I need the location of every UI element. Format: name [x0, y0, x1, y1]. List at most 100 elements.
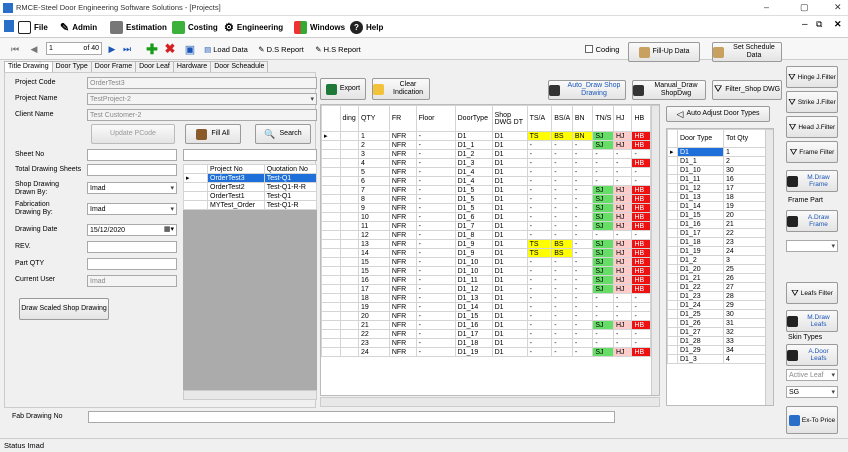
column-header[interactable]: Floor	[415, 105, 456, 132]
ex-to-price-button[interactable]: Ex-To Price	[786, 406, 838, 434]
table-cell[interactable]: -	[551, 338, 573, 348]
column-header[interactable]: ding	[339, 105, 359, 132]
row-selector[interactable]	[667, 228, 678, 238]
active-leaf-select[interactable]: Active Leaf	[786, 369, 838, 381]
project-search-field[interactable]	[183, 149, 317, 161]
table-cell[interactable]: D1_24	[677, 300, 724, 310]
table-cell[interactable]: HJ	[612, 221, 633, 231]
table-cell[interactable]: -	[612, 302, 633, 312]
row-selector[interactable]	[667, 192, 678, 202]
table-row[interactable]: 15 NFR - D1_10 D1- - - SJ HJ HB	[321, 266, 651, 276]
door-types-vscrollbar[interactable]	[765, 129, 773, 405]
table-cell[interactable]: HJ	[612, 248, 633, 258]
table-cell[interactable]: -	[415, 203, 456, 213]
table-cell[interactable]: -	[526, 221, 553, 231]
table-cell[interactable]: D1_5	[454, 194, 493, 204]
table-cell[interactable]: 15	[358, 266, 390, 276]
table-cell[interactable]: MYTest_Order	[207, 200, 265, 210]
record-page[interactable]: 1	[49, 44, 53, 53]
table-cell[interactable]	[339, 221, 359, 231]
table-cell[interactable]: D1_11	[677, 174, 724, 184]
fill-all-button[interactable]: Fill All	[185, 124, 241, 144]
row-selector[interactable]	[321, 257, 341, 267]
row-selector[interactable]	[321, 248, 341, 258]
table-cell[interactable]	[339, 248, 359, 258]
table-row[interactable]: 14 NFR - D1_9 D1 TS BS - SJ HJ HB	[321, 248, 651, 258]
row-selector[interactable]	[667, 201, 678, 211]
table-row[interactable]: 2 NFR - D1_1 D1- - - SJ HJ HB	[321, 140, 651, 150]
table-cell[interactable]: 18	[358, 293, 390, 303]
table-cell[interactable]: D1	[491, 239, 528, 249]
total-sheets-field[interactable]	[87, 164, 177, 176]
table-cell[interactable]: D1	[491, 176, 528, 186]
row-selector[interactable]	[321, 320, 341, 330]
table-cell[interactable]: D1_22	[677, 282, 724, 292]
table-cell[interactable]: -	[551, 140, 573, 150]
table-cell[interactable]: HB	[631, 131, 651, 141]
client-name-field[interactable]: Test Customer-2	[87, 109, 317, 121]
table-row[interactable]: 18 NFR - D1_13 D1- - - - - -	[321, 293, 651, 303]
table-cell[interactable]: -	[415, 329, 456, 339]
table-cell[interactable]	[339, 212, 359, 222]
table-cell[interactable]: NFR	[388, 230, 417, 240]
table-cell[interactable]	[339, 311, 359, 321]
table-cell[interactable]	[339, 131, 359, 141]
auto-adjust-button[interactable]: ◁ Auto Adjust Door Types	[666, 106, 770, 122]
column-header[interactable]: TS/A	[526, 105, 553, 132]
table-cell[interactable]: -	[592, 311, 614, 321]
table-cell[interactable]: D1_26	[677, 318, 724, 328]
table-cell[interactable]: D1_11	[454, 275, 493, 285]
table-cell[interactable]: 15	[358, 257, 390, 267]
row-selector[interactable]	[183, 182, 208, 192]
table-row[interactable]: 15 NFR - D1_10 D1- - - SJ HJ HB	[321, 257, 651, 267]
table-cell[interactable]: 20	[358, 311, 390, 321]
table-cell[interactable]	[339, 329, 359, 339]
table-cell[interactable]: D1_18	[454, 338, 493, 348]
table-cell[interactable]: D1	[454, 131, 493, 141]
table-cell[interactable]: BN	[571, 131, 594, 141]
table-cell[interactable]: D1_15	[454, 311, 493, 321]
table-cell[interactable]: D1	[491, 212, 528, 222]
row-selector[interactable]	[667, 246, 678, 256]
row-selector[interactable]	[321, 158, 341, 168]
table-cell[interactable]: 3	[358, 149, 390, 159]
table-row[interactable]: D1_1 2	[667, 156, 766, 166]
table-cell[interactable]: -	[415, 275, 456, 285]
table-cell[interactable]: HB	[631, 266, 651, 276]
table-cell[interactable]: -	[551, 293, 573, 303]
table-cell[interactable]: -	[612, 176, 633, 186]
table-cell[interactable]: D1_2	[677, 255, 724, 265]
table-cell[interactable]: -	[571, 167, 594, 177]
table-cell[interactable]: D1_9	[454, 239, 493, 249]
table-cell[interactable]: 29	[723, 300, 766, 310]
table-cell[interactable]: -	[415, 158, 456, 168]
table-cell[interactable]: HB	[631, 284, 651, 294]
table-row[interactable]: D1_17 22	[667, 228, 766, 238]
table-cell[interactable]: D1_17	[454, 329, 493, 339]
table-cell[interactable]: -	[526, 167, 553, 177]
row-selector[interactable]	[667, 309, 678, 319]
table-cell[interactable]: SJ	[592, 347, 614, 357]
table-cell[interactable]: 6	[358, 176, 390, 186]
table-cell[interactable]: D1_12	[677, 183, 724, 193]
table-cell[interactable]: HJ	[612, 140, 633, 150]
table-cell[interactable]: -	[612, 311, 633, 321]
a-draw-frame-button[interactable]: A.Draw Frame	[786, 210, 838, 232]
table-cell[interactable]: 17	[723, 183, 766, 193]
table-cell[interactable]: -	[415, 311, 456, 321]
table-cell[interactable]: -	[551, 311, 573, 321]
table-cell[interactable]: -	[592, 230, 614, 240]
fill-up-data-button[interactable]: Fill-Up Data	[628, 42, 700, 62]
table-cell[interactable]: -	[526, 284, 553, 294]
table-cell[interactable]: NFR	[388, 131, 417, 141]
table-cell[interactable]: HJ	[612, 284, 633, 294]
table-cell[interactable]: Test-Q1-R	[263, 200, 318, 210]
table-cell[interactable]: -	[571, 140, 594, 150]
table-cell[interactable]: -	[592, 167, 614, 177]
table-row[interactable]: D1_29 34	[667, 345, 766, 355]
table-cell[interactable]: SJ	[592, 248, 614, 258]
column-header[interactable]: Shop DWG DT	[491, 105, 528, 132]
close-button[interactable]: ✕	[834, 2, 842, 13]
table-cell[interactable]: NFR	[388, 257, 417, 267]
table-row[interactable]: D1_27 32	[667, 327, 766, 337]
